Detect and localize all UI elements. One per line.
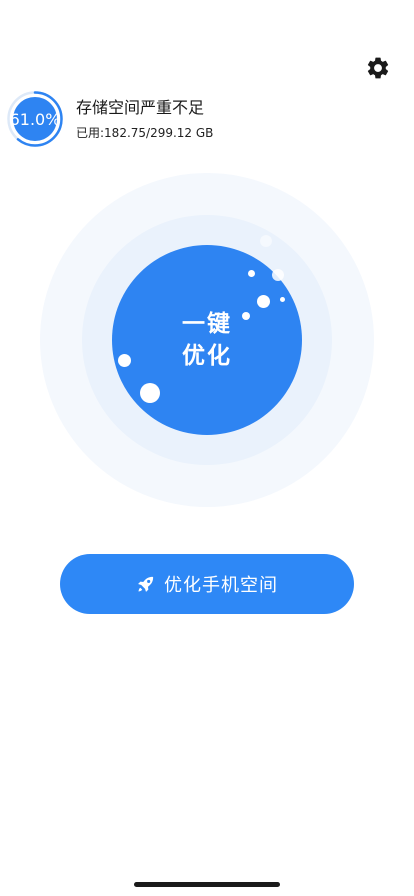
optimize-button-label: 优化手机空间: [164, 575, 278, 596]
bubble: [272, 269, 284, 281]
storage-summary: 61.0% 存储空间严重不足 已用:182.75/299.12 GB: [6, 88, 213, 150]
bubble: [242, 312, 250, 320]
optimize-phone-storage-button[interactable]: 优化手机空间: [60, 554, 354, 614]
bubble: [140, 383, 160, 403]
home-indicator[interactable]: [134, 882, 280, 887]
orb-label-line2: 优化: [182, 343, 232, 369]
settings-button[interactable]: [360, 50, 396, 86]
storage-warning-title: 存储空间严重不足: [76, 98, 205, 117]
storage-percent: 61.0%: [9, 109, 61, 129]
orb-label-line1: 一键: [182, 311, 232, 337]
bubble: [248, 270, 255, 277]
optimize-orb: 一键 优化: [40, 173, 374, 507]
gear-icon: [367, 57, 389, 79]
bubble: [260, 235, 272, 247]
storage-usage-ring: 61.0%: [6, 90, 64, 148]
bubble: [118, 354, 131, 367]
bubble: [257, 295, 270, 308]
rocket-icon: [138, 576, 154, 592]
storage-used-label: 已用:182.75/299.12 GB: [76, 126, 214, 140]
bubble: [280, 297, 285, 302]
